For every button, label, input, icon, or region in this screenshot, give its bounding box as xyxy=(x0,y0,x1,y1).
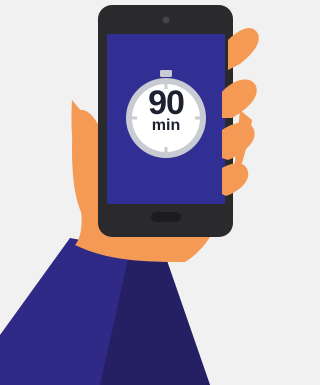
timer-label: 90 min xyxy=(126,86,206,134)
timer-value: 90 xyxy=(148,84,185,122)
finger-4 xyxy=(222,163,249,196)
camera-icon xyxy=(162,16,170,24)
home-button xyxy=(151,212,181,222)
timer-unit: min xyxy=(151,117,181,134)
finger-3 xyxy=(222,122,255,160)
hand-phone-illustration xyxy=(0,5,259,385)
illustration: 90 min xyxy=(0,0,264,385)
